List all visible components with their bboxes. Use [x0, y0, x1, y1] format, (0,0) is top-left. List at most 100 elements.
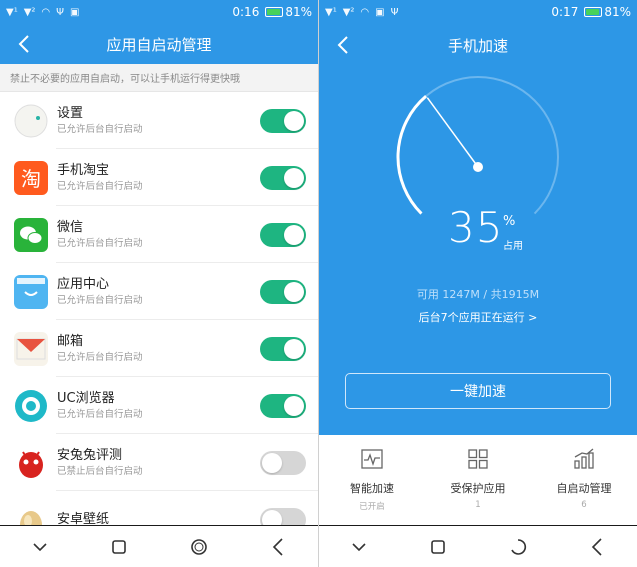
list-item: 设置 已允许后台自行启动	[0, 92, 318, 149]
nav-back-button[interactable]	[258, 532, 298, 562]
chevron-left-icon	[337, 36, 348, 54]
feature-bar: 智能加速 已开启 受保护应用 1 自启动管理 6	[319, 435, 637, 525]
back-arrow-icon	[273, 537, 283, 556]
navigation-bar	[319, 525, 637, 567]
header: 应用自启动管理	[0, 24, 318, 64]
gauge-value-arc	[396, 95, 428, 215]
list-item: 安兔兔评测 已禁止后台自行启动	[0, 434, 318, 491]
feature-smart-speedup[interactable]: 智能加速 已开启	[319, 435, 425, 525]
one-tap-speedup-button[interactable]: 一键加速	[345, 373, 611, 409]
hide-nav-button[interactable]	[20, 532, 60, 562]
back-arrow-icon	[592, 537, 602, 556]
battery-indicator: 81%	[584, 5, 631, 19]
list-item: 微信 已允许后台自行启动	[0, 206, 318, 263]
app-status: 已允许后台自行启动	[57, 237, 143, 249]
app-status: 已允许后台自行启动	[57, 180, 143, 192]
antutu-icon	[14, 446, 48, 480]
feature-sub: 1	[475, 500, 481, 510]
app-status: 已允许后台自行启动	[57, 351, 143, 363]
app-center-icon	[14, 274, 48, 309]
speedup-hero: ▼¹ ▼² ◠ ▣ Ψ 0:17 81% 手机加速 35 % 占用 可用 124…	[319, 0, 637, 435]
app-status: 已禁止后台自行启动	[57, 465, 143, 477]
wechat-icon	[14, 217, 48, 252]
app-name: 邮箱	[57, 333, 84, 349]
image-notification-icon: ▣	[375, 6, 385, 18]
loading-circle-icon	[511, 538, 526, 555]
usage-percent-unit: %	[503, 214, 516, 229]
gauge-track	[397, 76, 559, 215]
settings-icon	[14, 104, 48, 138]
autostart-toggle[interactable]	[260, 108, 306, 133]
bar-chart-icon	[574, 448, 594, 469]
circle-icon	[190, 538, 207, 555]
feature-protected-apps[interactable]: 受保护应用 1	[425, 435, 531, 525]
chevron-down-icon	[33, 542, 47, 551]
recent-apps-button[interactable]	[418, 532, 458, 562]
autostart-toggle[interactable]	[260, 450, 306, 475]
home-button[interactable]	[498, 532, 538, 562]
status-bar: ▼¹ ▼² ◠ ▣ Ψ 0:17 81%	[319, 0, 637, 24]
feature-sub: 6	[581, 500, 587, 510]
app-name: 安兔兔评测	[57, 447, 123, 463]
status-bar: ▼¹ ▼² ◠ Ψ ▣ 0:16 81%	[0, 0, 318, 24]
notice-text: 禁止不必要的应用自启动，可以让手机运行得更快哦	[0, 64, 318, 92]
chevron-left-icon	[18, 35, 29, 53]
app-status: 已允许后台自行启动	[57, 294, 143, 306]
usage-label: 占用	[503, 241, 523, 252]
list-item: 邮箱 已允许后台自行启动	[0, 320, 318, 377]
autostart-toggle[interactable]	[260, 393, 306, 418]
page-title: 应用自启动管理	[106, 35, 212, 54]
battery-percent: 81%	[604, 5, 631, 19]
wifi-icon: ◠	[360, 6, 370, 18]
back-button[interactable]	[331, 33, 355, 57]
app-name: 手机淘宝	[57, 162, 110, 178]
feature-sub: 已开启	[359, 502, 385, 512]
clock: 0:16	[232, 5, 260, 19]
running-apps-link[interactable]: 后台7个应用正在运行 >	[319, 309, 637, 325]
nav-back-button[interactable]	[577, 532, 617, 562]
home-button[interactable]	[179, 532, 219, 562]
gauge-needle	[426, 97, 479, 168]
hide-nav-button[interactable]	[339, 532, 379, 562]
recent-apps-button[interactable]	[99, 532, 139, 562]
list-item: 应用中心 已允许后台自行启动	[0, 263, 318, 320]
feature-autostart-manager[interactable]: 自启动管理 6	[531, 435, 637, 525]
svg-text:淘: 淘	[21, 167, 41, 191]
sim-signal-icon: ▼²	[342, 6, 355, 18]
grid-icon	[468, 449, 488, 469]
autostart-toggle[interactable]	[260, 279, 306, 304]
uc-browser-icon	[14, 389, 48, 423]
clock: 0:17	[551, 5, 579, 19]
battery-percent: 81%	[285, 5, 312, 19]
square-icon	[431, 539, 446, 554]
back-button[interactable]	[12, 32, 36, 56]
square-icon	[112, 539, 127, 554]
battery-indicator: 81%	[265, 5, 312, 19]
navigation-bar	[0, 525, 318, 567]
app-status: 已允许后台自行启动	[57, 408, 143, 420]
list-item: UC浏览器 已允许后台自行启动	[0, 377, 318, 434]
list-item: 淘 手机淘宝 已允许后台自行启动	[0, 149, 318, 206]
autostart-toggle[interactable]	[260, 165, 306, 190]
sim-signal-icon: ▼²	[23, 6, 36, 18]
app-name: UC浏览器	[57, 390, 115, 406]
app-name: 设置	[57, 105, 84, 121]
phone-speedup-screen: ▼¹ ▼² ◠ ▣ Ψ 0:17 81% 手机加速 35 % 占用 可用 124…	[319, 0, 637, 567]
wifi-icon: ◠	[41, 6, 51, 18]
page-title: 手机加速	[447, 36, 508, 55]
autostart-toggle[interactable]	[260, 222, 306, 247]
app-status: 已允许后台自行启动	[57, 123, 143, 135]
app-name: 微信	[57, 219, 84, 235]
sim-signal-icon: ▼¹	[325, 6, 337, 18]
sim-signal-icon: ▼¹	[6, 6, 18, 18]
autostart-toggle[interactable]	[260, 336, 306, 361]
usage-percent: 35	[448, 203, 504, 252]
feature-name: 自启动管理	[556, 482, 612, 495]
header: 手机加速	[319, 24, 637, 66]
autostart-manager-screen: ▼¹ ▼² ◠ Ψ ▣ 0:16 81% 应用自启动管理 禁止不必要的应用自启动…	[0, 0, 318, 567]
taobao-icon: 淘	[14, 160, 48, 195]
pulse-icon	[361, 449, 383, 469]
feature-name: 受保护应用	[450, 482, 506, 495]
memory-info: 可用 1247M / 共1915M	[416, 288, 540, 301]
app-name: 应用中心	[57, 276, 110, 292]
